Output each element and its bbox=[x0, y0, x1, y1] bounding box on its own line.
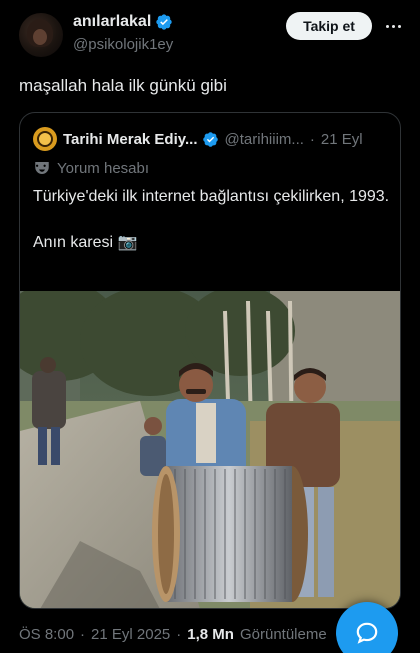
tweet-header: anılarlakal @psikolojik1ey Takip et bbox=[0, 0, 420, 64]
footer-separator: · bbox=[80, 626, 86, 643]
quoted-tweet-text: Türkiye'deki ilk internet bağlantısı çek… bbox=[33, 188, 390, 251]
account-label-text: Yorum hesabı bbox=[57, 159, 150, 177]
quoted-time[interactable]: 21 Eyl bbox=[321, 131, 363, 148]
quoted-author-name[interactable]: Tarihi Merak Ediy... bbox=[63, 131, 198, 148]
reply-bubble-icon bbox=[356, 622, 378, 644]
quoted-tweet-header: Tarihi Merak Ediy... @tarihiiim... · 21 … bbox=[33, 127, 363, 151]
tweet-footer: ÖS 8:00 · 21 Eyl 2025 · 1,8 Mn Görüntüle… bbox=[19, 626, 327, 643]
tweet-photo[interactable] bbox=[20, 291, 400, 609]
author-avatar[interactable] bbox=[19, 13, 63, 57]
reply-fab-button[interactable] bbox=[336, 602, 398, 653]
theater-mask-icon bbox=[35, 162, 49, 174]
post-date[interactable]: 21 Eyl 2025 bbox=[91, 626, 170, 643]
views-label: Görüntüleme bbox=[239, 626, 327, 643]
quoted-tweet-card[interactable]: Tarihi Merak Ediy... @tarihiiim... · 21 … bbox=[19, 112, 401, 609]
author-display-name[interactable]: anılarlakal bbox=[73, 13, 151, 31]
quoted-author-handle[interactable]: @tarihiiim... bbox=[225, 131, 304, 148]
author-handle[interactable]: @psikolojik1ey bbox=[73, 36, 173, 53]
quoted-author-avatar[interactable] bbox=[33, 127, 57, 151]
verified-badge-icon bbox=[156, 14, 172, 30]
tweet-text: maşallah hala ilk günkü gibi bbox=[19, 76, 227, 95]
views-count: 1,8 Mn bbox=[187, 626, 234, 643]
more-horizontal-icon[interactable] bbox=[383, 16, 403, 36]
quoted-verified-badge-icon bbox=[202, 131, 218, 147]
follow-button[interactable]: Takip et bbox=[286, 12, 372, 40]
author-name-row[interactable]: anılarlakal bbox=[73, 13, 173, 31]
quoted-separator: · bbox=[309, 130, 315, 148]
account-label: Yorum hesabı bbox=[33, 159, 149, 177]
post-time[interactable]: ÖS 8:00 bbox=[19, 626, 74, 643]
footer-separator: · bbox=[176, 626, 182, 643]
